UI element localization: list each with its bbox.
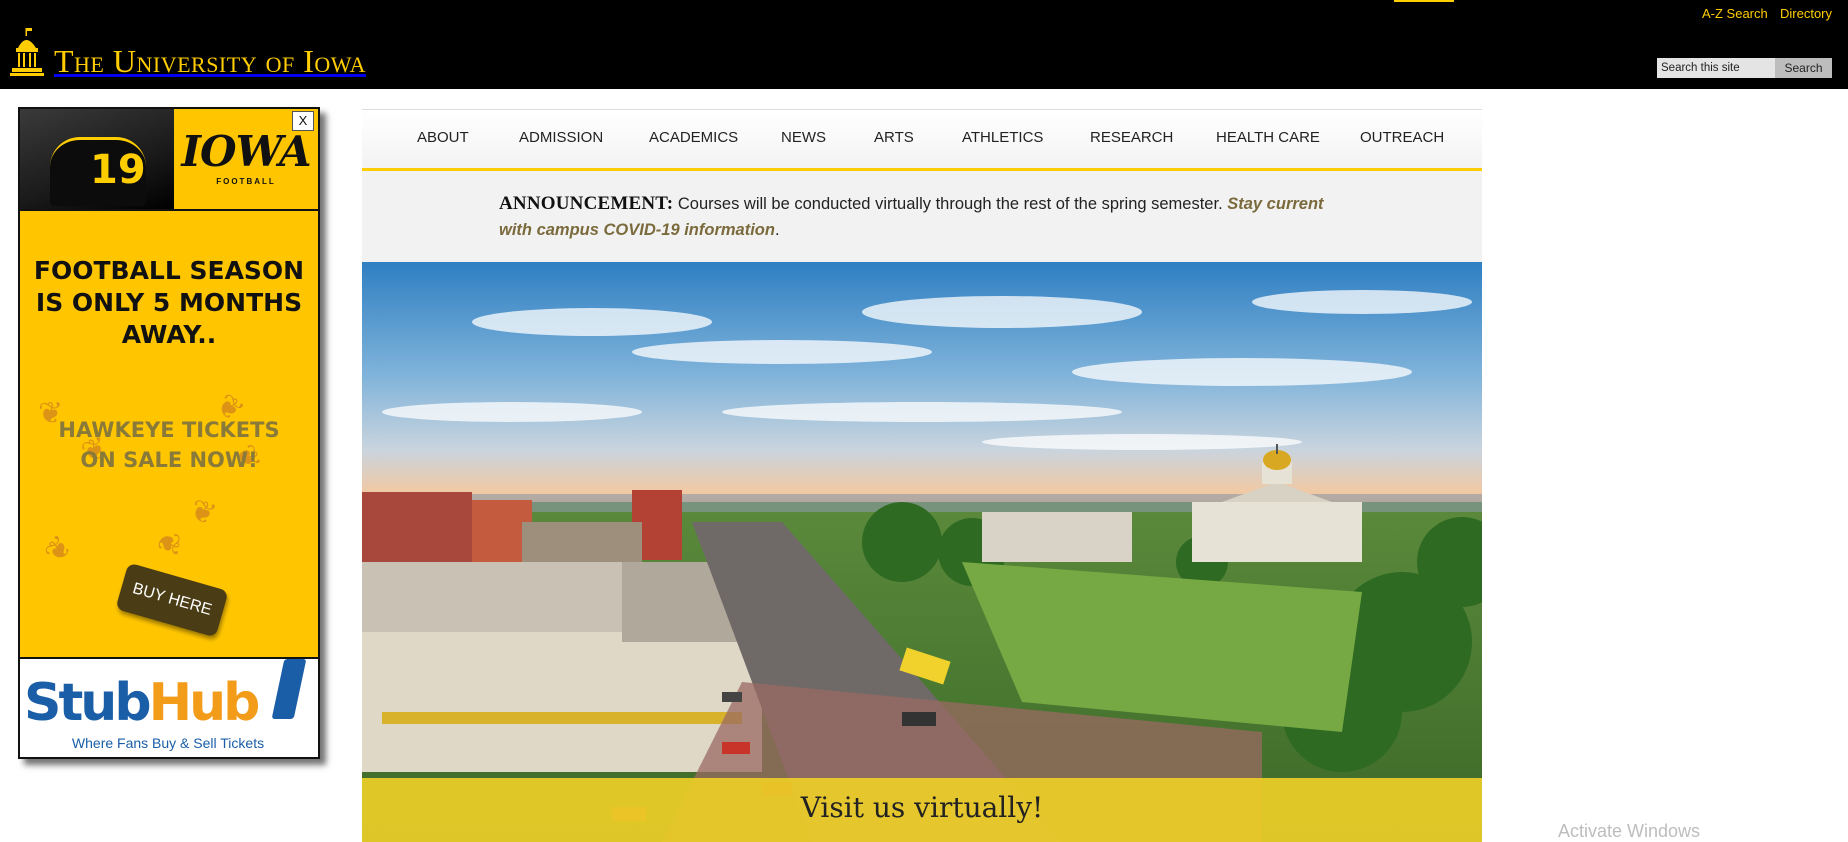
announcement-label: ANNOUNCEMENT:	[499, 193, 674, 214]
visit-virtually-text: Visit us virtually!	[800, 791, 1044, 824]
nav-admission[interactable]: ADMISSION	[519, 129, 603, 146]
nav-research[interactable]: RESEARCH	[1090, 129, 1173, 146]
announcement-message: Courses will be conducted virtually thro…	[673, 195, 1228, 213]
announcement-bar: ANNOUNCEMENT: Courses will be conducted …	[362, 171, 1482, 262]
ad-close-button[interactable]: X	[292, 111, 314, 131]
visit-virtually-banner[interactable]: Visit us virtually!	[362, 778, 1482, 842]
header-accent-bar	[1394, 0, 1454, 2]
ad-subheadline: HAWKEYE TICKETS ON SALE NOW!	[58, 418, 280, 472]
directory-link[interactable]: Directory	[1780, 6, 1832, 21]
az-search-link[interactable]: A-Z Search	[1702, 6, 1768, 21]
stubhub-word-hub: Hub	[148, 673, 261, 733]
main-navigation: ABOUT ADMISSION ACADEMICS NEWS ARTS ATHL…	[362, 109, 1482, 172]
football-player-image: 19	[20, 109, 174, 209]
university-wordmark: The University of Iowa	[54, 43, 366, 79]
site-search-button[interactable]: Search	[1775, 58, 1832, 78]
stubhub-logo: StubHub Where Fans Buy & Sell Tickets	[20, 657, 318, 757]
stubhub-tagline: Where Fans Buy & Sell Tickets	[71, 735, 265, 751]
maple-leaf-icon: ❦	[38, 529, 80, 570]
nav-academics[interactable]: ACADEMICS	[649, 129, 738, 146]
buy-here-button[interactable]: BUY HERE	[115, 562, 229, 638]
maple-leaf-icon: ❦	[149, 528, 187, 559]
site-search-input[interactable]	[1657, 58, 1779, 78]
nav-outreach[interactable]: OUTREACH	[1360, 129, 1444, 146]
site-header: The University of Iowa A-Z Search Direct…	[0, 0, 1848, 89]
hero-campus-photo[interactable]: Visit us virtually!	[362, 262, 1482, 842]
stubhub-wordmark: StubHub	[24, 677, 260, 729]
announcement-text: ANNOUNCEMENT: Courses will be conducted …	[499, 191, 1329, 243]
nav-athletics[interactable]: ATHLETICS	[962, 129, 1043, 146]
nav-arts[interactable]: ARTS	[874, 129, 914, 146]
stubhub-word-stub: Stub	[24, 673, 152, 733]
activate-windows-watermark: Activate Windows	[1558, 821, 1701, 841]
ad-headline: FOOTBALL SEASON IS ONLY 5 MONTHS AWAY..	[33, 256, 305, 349]
stubhub-exclamation-icon	[271, 659, 307, 719]
ad-banner-top: 19 IOWA FOOTBALL X	[20, 109, 318, 211]
stubhub-ad[interactable]: 19 IOWA FOOTBALL X FOOTBALL SEASON IS ON…	[18, 107, 320, 759]
iowa-logo-subtitle: FOOTBALL	[216, 177, 276, 186]
maple-leaf-icon: ❦	[185, 492, 221, 533]
nav-about[interactable]: ABOUT	[417, 129, 469, 146]
nav-health-care[interactable]: HEALTH CARE	[1216, 129, 1320, 146]
old-capitol-dome-icon	[10, 28, 44, 76]
iowa-logo-word: IOWA	[181, 127, 311, 176]
campus-aerial-image	[362, 262, 1482, 842]
university-logo-link[interactable]: The University of Iowa	[10, 26, 366, 78]
jersey-number: 19	[90, 147, 146, 193]
announcement-trailing: .	[774, 221, 780, 239]
nav-news[interactable]: NEWS	[781, 129, 826, 146]
